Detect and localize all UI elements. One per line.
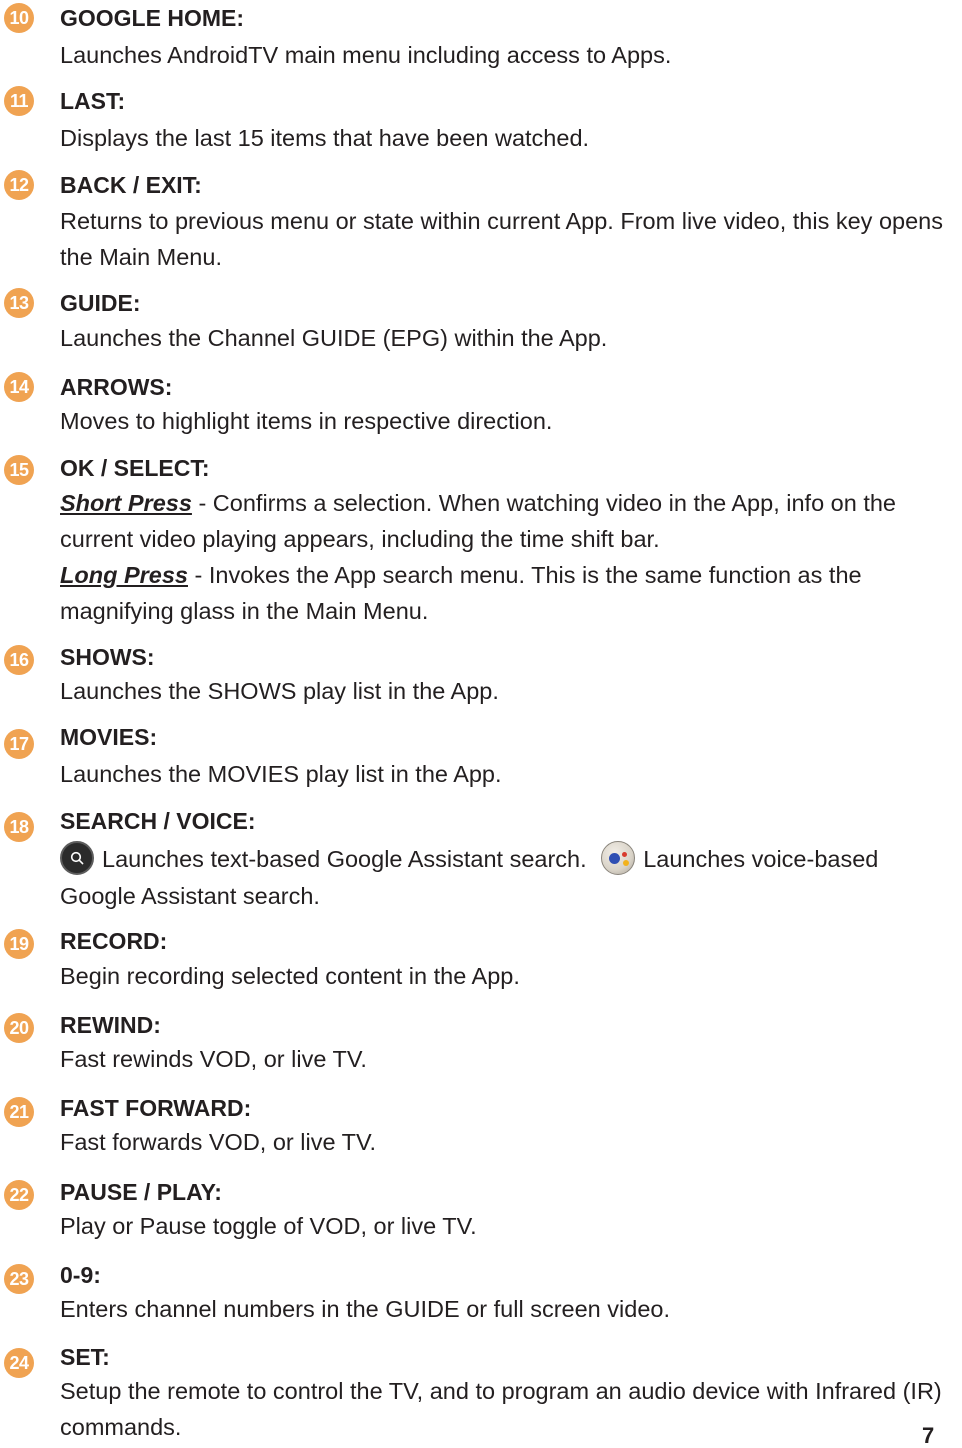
entry-description: Launches text-based Google Assistant sea…: [60, 840, 960, 914]
entry-title: SHOWS:: [60, 644, 155, 670]
number-badge: 20: [4, 1013, 34, 1043]
entry-description: Displays the last 15 items that have bee…: [60, 125, 590, 151]
entry-description: Fast forwards VOD, or live TV.: [60, 1129, 377, 1155]
number-badge: 21: [4, 1097, 34, 1127]
entry-description: Launches the MOVIES play list in the App…: [60, 761, 502, 787]
number-badge: 23: [4, 1264, 34, 1294]
number-badge: 22: [4, 1180, 34, 1210]
entry-title: SEARCH / VOICE:: [60, 808, 256, 834]
entry-description: Launches the SHOWS play list in the App.: [60, 678, 499, 704]
number-badge: 17: [4, 729, 34, 759]
entry-title: REWIND:: [60, 1012, 161, 1038]
number-badge: 18: [4, 812, 34, 842]
long-press-label: Long Press: [60, 562, 188, 588]
entry-title: PAUSE / PLAY:: [60, 1179, 222, 1205]
entry-description: Play or Pause toggle of VOD, or live TV.: [60, 1213, 477, 1239]
entry-title: 0-9:: [60, 1262, 101, 1288]
entry-description: Enters channel numbers in the GUIDE or f…: [60, 1296, 670, 1322]
entry-description: Launches the Channel GUIDE (EPG) within …: [60, 325, 608, 351]
page-number: 7: [922, 1423, 935, 1448]
entry-description: Launches AndroidTV main menu including a…: [60, 42, 672, 68]
number-badge: 19: [4, 929, 34, 959]
number-badge: 14: [4, 372, 34, 402]
entry-description: Returns to previous menu or state within…: [60, 208, 943, 270]
entry-title: OK / SELECT:: [60, 455, 210, 481]
number-badge: 11: [4, 86, 34, 116]
short-press-text: Short Press - Confirms a selection. When…: [60, 485, 960, 557]
entry-title: FAST FORWARD:: [60, 1095, 252, 1121]
number-badge: 12: [4, 170, 34, 200]
entry-description: Fast rewinds VOD, or live TV.: [60, 1046, 367, 1072]
text-search-description: Launches text-based Google Assistant sea…: [102, 846, 587, 872]
magnifier-button-icon: [60, 840, 94, 875]
entry-title: GOOGLE HOME:: [60, 5, 244, 31]
entry-title: ARROWS:: [60, 374, 173, 400]
entry-title: MOVIES:: [60, 724, 158, 750]
entry-description: Moves to highlight items in respective d…: [60, 408, 553, 434]
number-badge: 10: [4, 3, 34, 33]
entry-title: BACK / EXIT:: [60, 172, 202, 198]
entry-title: RECORD:: [60, 928, 168, 954]
entry-description: Begin recording selected content in the …: [60, 963, 520, 989]
entry-title: LAST:: [60, 88, 126, 114]
entry-title: GUIDE:: [60, 290, 141, 316]
long-press-text: Long Press - Invokes the App search menu…: [60, 557, 960, 629]
short-press-label: Short Press: [60, 490, 192, 516]
entry-title: SET:: [60, 1344, 110, 1370]
entry-description: Setup the remote to control the TV, and …: [60, 1378, 942, 1440]
number-badge: 15: [4, 455, 34, 485]
number-badge: 16: [4, 645, 34, 675]
number-badge: 13: [4, 288, 34, 318]
number-badge: 24: [4, 1348, 34, 1378]
google-assistant-mic-icon: [601, 840, 636, 875]
entry-description: Short Press - Confirms a selection. When…: [60, 485, 960, 629]
